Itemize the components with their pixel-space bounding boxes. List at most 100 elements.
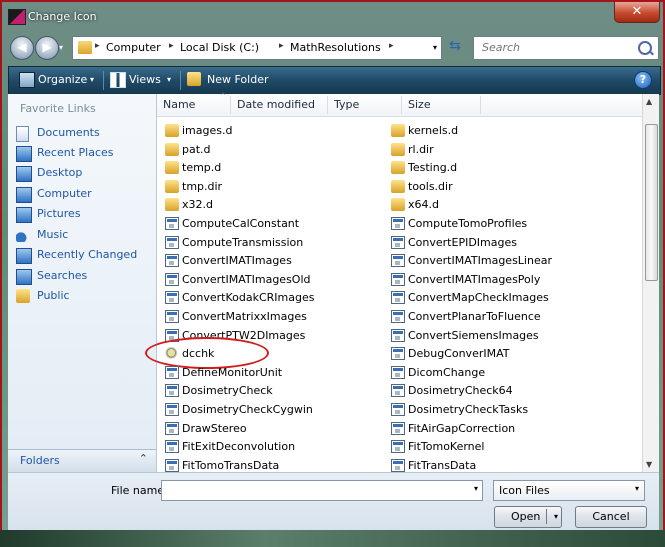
new-folder-button[interactable]: New Folder xyxy=(207,73,268,86)
file-item[interactable]: ConvertIMATImagesOld xyxy=(157,271,377,289)
column-divider[interactable] xyxy=(401,96,402,114)
file-list[interactable]: Name ^ Date modified Type Size images.d p… xyxy=(145,92,642,472)
folder-item[interactable]: images.d xyxy=(157,122,377,140)
favorite-music[interactable]: Music xyxy=(16,226,152,244)
organize-caret-icon[interactable]: ▾ xyxy=(90,75,94,84)
favorite-public[interactable]: Public xyxy=(16,287,152,305)
column-divider[interactable] xyxy=(230,96,231,114)
file-item[interactable]: ConvertPTW2DImages xyxy=(157,327,377,345)
file-item[interactable]: DebugConverIMAT xyxy=(383,345,603,363)
recent-pages-dropdown-icon[interactable]: ▾ xyxy=(59,43,63,52)
file-item[interactable]: ConvertEPIDImages xyxy=(383,234,603,252)
chevron-down-icon[interactable]: ▾ xyxy=(474,484,478,493)
file-item[interactable]: ConvertKodakCRImages xyxy=(157,289,377,307)
file-item[interactable]: ConvertMapCheckImages xyxy=(383,289,603,307)
folder-item[interactable]: kernels.d xyxy=(383,122,603,140)
folder-item[interactable]: tools.dir xyxy=(383,178,603,196)
views-menu[interactable]: Views xyxy=(129,73,161,86)
folder-item[interactable]: x64.d xyxy=(383,196,603,214)
file-item[interactable]: FitTomoKernel xyxy=(383,438,603,456)
file-item[interactable]: ConvertIMATImagesPoly xyxy=(383,271,603,289)
address-dropdown-icon[interactable]: ▾ xyxy=(433,43,437,52)
computer-icon xyxy=(16,187,32,203)
file-item[interactable]: ConvertMatrixxImages xyxy=(157,308,377,326)
executable-icon xyxy=(165,235,179,249)
breadcrumb-separator[interactable]: ▸ xyxy=(389,41,394,51)
favorite-desktop[interactable]: Desktop xyxy=(16,164,152,182)
file-type-filter-value: Icon Files xyxy=(499,484,550,497)
chevron-up-icon[interactable]: ⌃ xyxy=(139,452,148,465)
breadcrumb-separator[interactable]: ▸ xyxy=(169,41,174,51)
folder-item[interactable]: x32.d xyxy=(157,196,377,214)
file-name-input[interactable] xyxy=(166,481,466,500)
column-name[interactable]: Name xyxy=(163,98,195,111)
file-item[interactable]: ConvertSiemensImages xyxy=(383,327,603,345)
cancel-button[interactable]: Cancel xyxy=(575,506,647,528)
search-box[interactable] xyxy=(473,36,659,60)
folders-toggle[interactable]: Folders ⌃ xyxy=(8,449,156,472)
favorite-links-header: Favorite Links xyxy=(20,102,96,115)
file-item[interactable]: DosimetryCheckCygwin xyxy=(157,401,377,419)
chevron-down-icon[interactable]: ▾ xyxy=(635,484,639,493)
column-type[interactable]: Type xyxy=(334,98,359,111)
column-divider[interactable] xyxy=(480,96,481,114)
organize-menu[interactable]: Organize xyxy=(38,73,87,86)
column-header-row: Name ^ Date modified Type Size xyxy=(157,92,642,117)
breadcrumb-mathresolutions[interactable]: MathResolutions xyxy=(290,41,381,54)
back-button[interactable]: ◀ xyxy=(10,36,34,60)
forward-button[interactable]: ▶ xyxy=(35,36,59,60)
item-name: DefineMonitorUnit xyxy=(182,365,283,379)
open-button[interactable]: Open ▾ xyxy=(494,506,562,528)
breadcrumb-separator[interactable]: ▸ xyxy=(279,41,284,51)
file-item[interactable]: ConvertPlanarToFluence xyxy=(383,308,603,326)
file-item[interactable]: DicomChange xyxy=(383,364,603,382)
folder-item[interactable]: rl.dir xyxy=(383,141,603,159)
file-item[interactable]: FitAirGapCorrection xyxy=(383,420,603,438)
item-name: ConvertSiemensImages xyxy=(408,328,539,342)
breadcrumb-local-disk[interactable]: Local Disk (C:) xyxy=(180,41,259,54)
file-item[interactable]: ComputeTomoProfiles xyxy=(383,215,603,233)
file-name-combobox[interactable]: ▾ xyxy=(161,480,483,501)
refresh-button[interactable]: ⇆ xyxy=(444,38,466,56)
search-input[interactable] xyxy=(480,40,634,55)
breadcrumb-separator[interactable]: ▸ xyxy=(95,41,100,51)
file-item[interactable]: ComputeTransmission xyxy=(157,234,377,252)
scroll-up-icon[interactable]: ▲ xyxy=(646,97,652,106)
open-options-icon[interactable]: ▾ xyxy=(554,507,558,526)
file-type-filter[interactable]: Icon Files ▾ xyxy=(493,480,645,501)
favorite-recent-places[interactable]: Recent Places xyxy=(16,144,152,162)
folder-item[interactable]: Testing.d xyxy=(383,159,603,177)
folder-item[interactable]: tmp.dir xyxy=(157,178,377,196)
file-item[interactable]: ComputeCalConstant xyxy=(157,215,377,233)
scrollbar-thumb[interactable] xyxy=(645,124,658,281)
favorite-pictures[interactable]: Pictures xyxy=(16,205,152,223)
close-button[interactable]: ✕ xyxy=(614,2,660,23)
folder-item[interactable]: temp.d xyxy=(157,159,377,177)
file-item[interactable]: DosimetryCheckTasks xyxy=(383,401,603,419)
column-divider[interactable] xyxy=(327,96,328,114)
favorite-documents[interactable]: Documents xyxy=(16,124,152,142)
title-bar[interactable]: Change Icon ✕ xyxy=(2,2,663,32)
favorite-recently-changed[interactable]: Recently Changed xyxy=(16,246,152,264)
file-name-label: File name: xyxy=(111,484,168,497)
favorite-searches[interactable]: Searches xyxy=(16,267,152,285)
file-item[interactable]: DefineMonitorUnit xyxy=(157,364,377,382)
address-bar[interactable]: ▸ Computer ▸ Local Disk (C:) ▸ MathResol… xyxy=(72,36,442,60)
file-item[interactable]: DosimetryCheck xyxy=(157,382,377,400)
file-item[interactable]: DosimetryCheck64 xyxy=(383,382,603,400)
file-item[interactable]: ConvertIMATImages xyxy=(157,252,377,270)
breadcrumb-computer[interactable]: Computer xyxy=(106,41,161,54)
file-item[interactable]: FitExitDeconvolution xyxy=(157,438,377,456)
views-caret-icon[interactable]: ▾ xyxy=(167,75,171,84)
folder-item[interactable]: pat.d xyxy=(157,141,377,159)
file-item[interactable]: ConvertIMATImagesLinear xyxy=(383,252,603,270)
file-item[interactable]: DrawStereo xyxy=(157,420,377,438)
column-date-modified[interactable]: Date modified xyxy=(237,98,315,111)
favorite-computer[interactable]: Computer xyxy=(16,185,152,203)
column-size[interactable]: Size xyxy=(408,98,431,111)
file-item[interactable]: dcchk xyxy=(145,337,377,370)
help-icon[interactable]: ? xyxy=(634,71,652,89)
vertical-scrollbar[interactable]: ▲ ▼ xyxy=(642,94,659,472)
scroll-down-icon[interactable]: ▼ xyxy=(646,460,652,469)
search-icon[interactable] xyxy=(638,41,652,55)
